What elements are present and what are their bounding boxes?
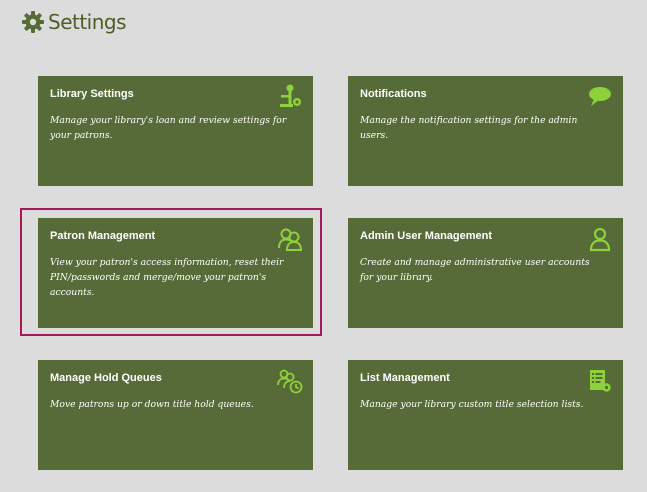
tile-description: Create and manage administrative user ac… <box>360 257 590 283</box>
tile-list-management[interactable]: List Management Manage your library cust… <box>348 360 623 470</box>
admin-user-icon <box>589 227 611 252</box>
list-settings-icon <box>590 370 611 392</box>
page-title: Settings <box>48 10 127 34</box>
tile-description: View your patron's access information, r… <box>50 257 284 298</box>
tile-title: Admin User Management <box>360 230 493 242</box>
tile-title: List Management <box>360 372 450 384</box>
chat-bubble-icon <box>589 87 611 106</box>
tile-description: Manage your library custom title selecti… <box>360 399 584 410</box>
page-header: Settings <box>21 8 127 36</box>
tile-description: Manage your library's loan and review se… <box>50 115 287 141</box>
gear-icon <box>22 11 44 33</box>
tile-patron-management[interactable]: Patron Management View your patron's acc… <box>38 218 313 328</box>
tile-description: Manage the notification settings for the… <box>360 115 578 141</box>
tile-admin-user-management[interactable]: Admin User Management Create and manage … <box>348 218 623 328</box>
tile-description: Move patrons up or down title hold queue… <box>50 399 254 410</box>
patrons-icon <box>278 228 303 251</box>
tile-title: Patron Management <box>50 230 156 242</box>
library-settings-icon <box>280 84 301 107</box>
tile-manage-hold-queues[interactable]: Manage Hold Queues Move patrons up or do… <box>38 360 313 470</box>
hold-queue-icon <box>277 369 303 394</box>
tile-title: Notifications <box>360 88 427 100</box>
tile-title: Manage Hold Queues <box>50 372 162 384</box>
tile-title: Library Settings <box>50 88 134 100</box>
tile-notifications[interactable]: Notifications Manage the notification se… <box>348 76 623 186</box>
tile-library-settings[interactable]: Library Settings Manage your library's l… <box>38 76 313 186</box>
